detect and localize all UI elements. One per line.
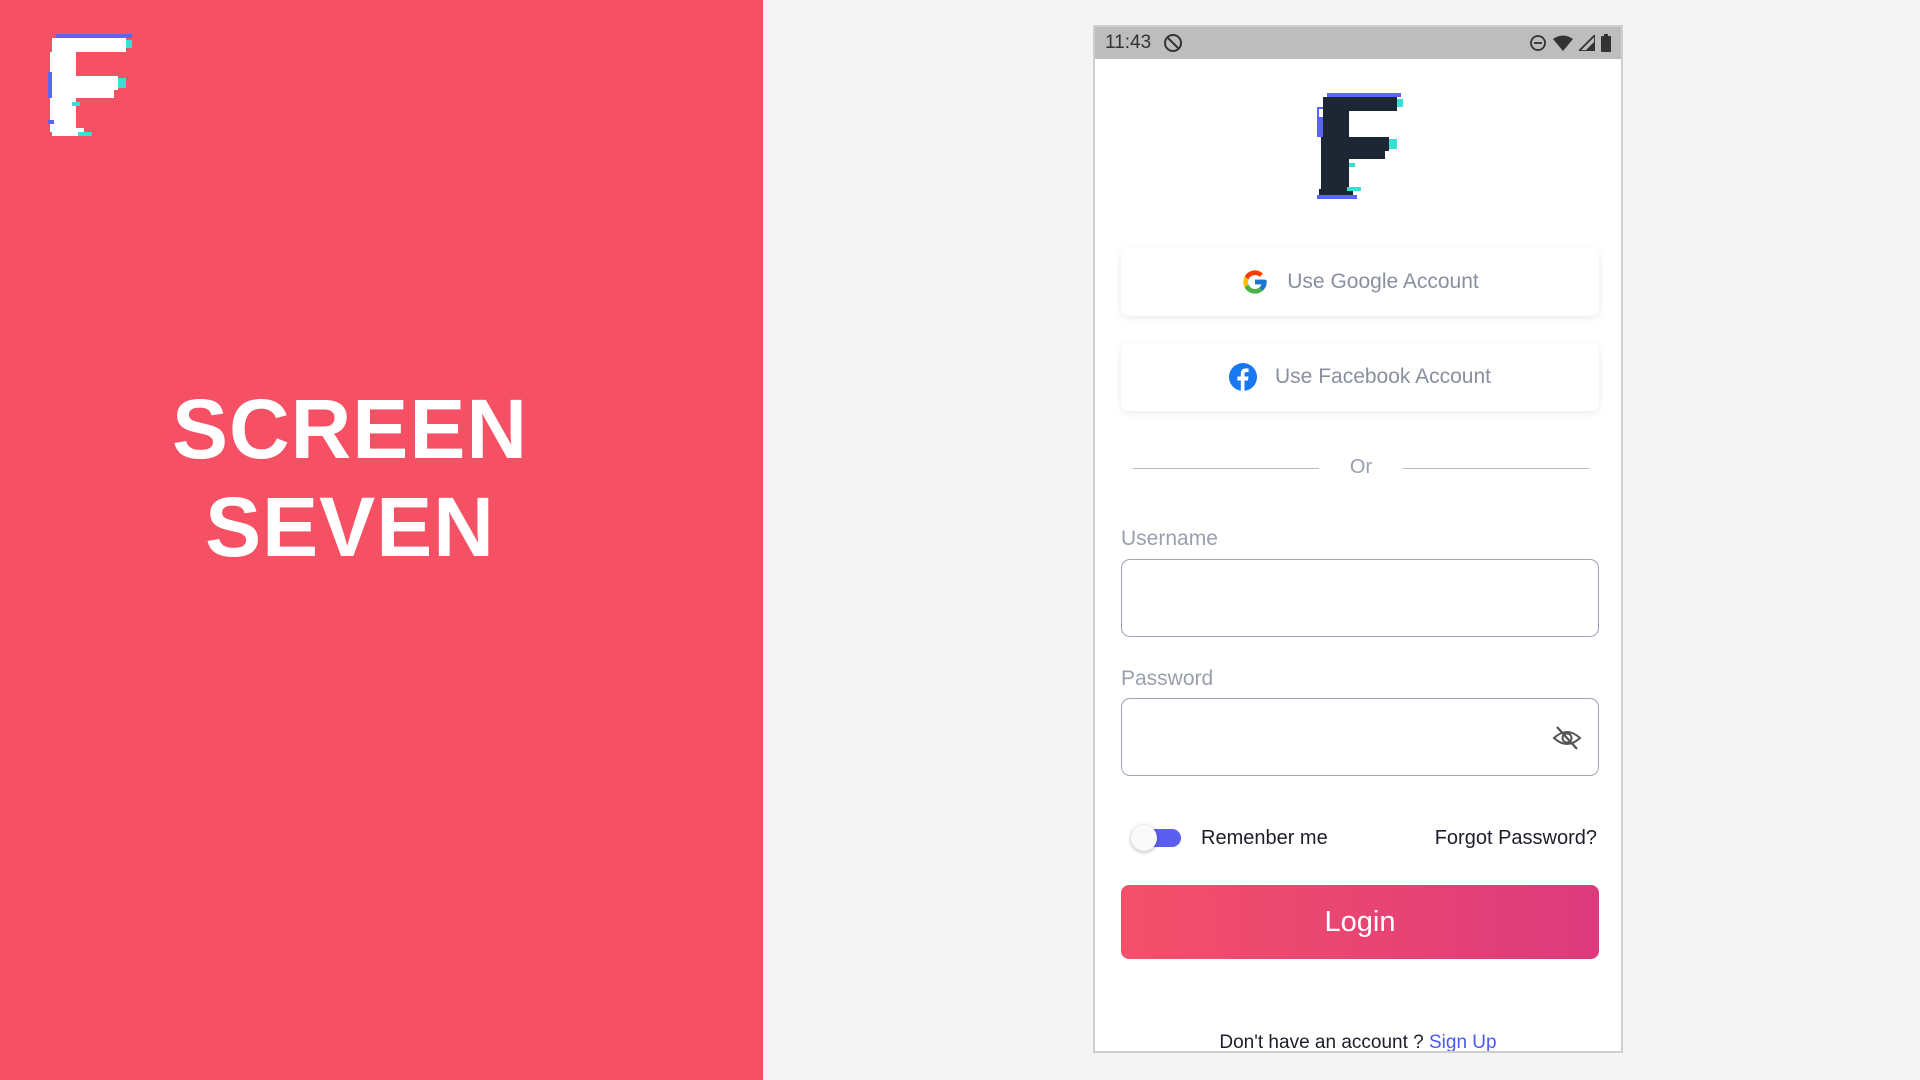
brand-logo-icon [48, 34, 132, 136]
username-label: Username [1121, 527, 1218, 550]
eye-off-icon[interactable] [1552, 723, 1582, 753]
dnd-icon [1530, 35, 1546, 51]
password-label: Password [1121, 667, 1214, 690]
forgot-password-link[interactable]: Forgot Password? [1435, 827, 1597, 850]
or-divider: Or [1133, 453, 1589, 483]
at-sign-icon [1164, 34, 1183, 52]
signup-row: Don't have an account ? Sign Up [1095, 1032, 1621, 1053]
status-bar: 11:43 [1095, 27, 1621, 59]
screen-title-line1: SCREEN [171, 382, 529, 476]
username-field-box [1121, 559, 1599, 637]
username-input[interactable] [1122, 560, 1598, 636]
toggle-knob [1131, 825, 1157, 851]
signup-prompt: Don't have an account ? [1219, 1032, 1424, 1053]
screen-title-line2: SEVEN [205, 480, 495, 574]
remember-label: Remenber me [1201, 827, 1328, 849]
wifi-icon [1553, 35, 1573, 51]
facebook-icon [1229, 363, 1258, 391]
phone-frame: 11:43 Use Google Account Use Facebook Ac… [1093, 25, 1623, 1053]
google-button-label: Use Google Account [1287, 270, 1479, 293]
battery-icon [1601, 34, 1611, 52]
left-panel: SCREEN SEVEN [0, 0, 763, 1080]
password-input[interactable] [1122, 699, 1598, 775]
status-icons [1529, 34, 1611, 52]
signal-icon [1579, 35, 1595, 51]
signup-link[interactable]: Sign Up [1429, 1032, 1497, 1051]
divider-line-right [1403, 468, 1589, 469]
status-time: 11:43 [1105, 32, 1152, 53]
facebook-button-label: Use Facebook Account [1275, 365, 1491, 388]
google-icon [1243, 270, 1267, 294]
google-login-button[interactable]: Use Google Account [1121, 248, 1599, 316]
login-button[interactable]: Login [1121, 885, 1599, 959]
app-logo-icon [1317, 93, 1403, 199]
facebook-login-button[interactable]: Use Facebook Account [1121, 343, 1599, 411]
screen-title: SCREEN SEVEN [0, 380, 700, 576]
remember-toggle[interactable] [1131, 823, 1181, 853]
password-field-box [1121, 698, 1599, 776]
